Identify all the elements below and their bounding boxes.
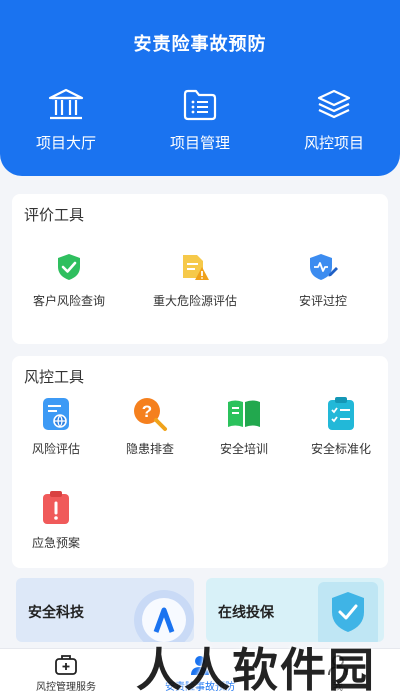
- folder-list-icon: [183, 89, 217, 121]
- tab-label: 风控管理服务: [36, 682, 96, 693]
- clipboard-alert-icon: [43, 491, 69, 524]
- shield-check-icon: [318, 582, 378, 642]
- tool-safety-eval-control[interactable]: 安评过控: [280, 252, 366, 309]
- tool-risk-assessment[interactable]: 风险评估: [20, 396, 92, 457]
- tool-safety-training[interactable]: 安全培训: [208, 396, 280, 457]
- tool-label: 安全培训: [219, 442, 268, 456]
- promo-safety-tech[interactable]: 安全科技: [16, 578, 194, 642]
- question-search-icon: ?: [134, 398, 167, 431]
- tool-safety-standardization[interactable]: 安全标准化: [302, 396, 380, 457]
- page-title: 安责险事故预防: [133, 34, 267, 54]
- layers-icon: [317, 89, 351, 119]
- shield-edit-icon: [310, 254, 338, 280]
- promo-label: 在线投保: [218, 604, 274, 620]
- promo-online-insurance[interactable]: 在线投保: [206, 578, 384, 642]
- medical-kit-icon: [55, 655, 77, 675]
- nav-label: 项目大厅: [35, 135, 96, 152]
- header: 安责险事故预防 项目大厅 项目管理 风控项目: [0, 0, 400, 176]
- clipboard-checklist-icon: [328, 397, 354, 430]
- nav-project-hall[interactable]: 项目大厅: [6, 88, 126, 158]
- svg-text:?: ?: [142, 402, 152, 421]
- nav-risk-projects[interactable]: 风控项目: [274, 88, 394, 158]
- nav-project-management[interactable]: 项目管理: [140, 88, 260, 158]
- shield-check-icon: [58, 254, 80, 280]
- section-title: 风控工具: [24, 369, 85, 386]
- tool-label: 风险评估: [31, 442, 80, 456]
- tool-label: 重大危险源评估: [152, 294, 237, 308]
- nav-label: 项目管理: [169, 135, 230, 152]
- risk-tools-card: 风控工具 风险评估 ? 隐患排查 安全培训 安全标准化 应急预案: [12, 356, 388, 568]
- header-nav: 项目大厅 项目管理 风控项目: [0, 88, 400, 158]
- building-icon: [48, 88, 84, 120]
- tool-label: 应急预案: [31, 536, 80, 550]
- tool-emergency-plan[interactable]: 应急预案: [20, 490, 92, 551]
- tool-major-hazard-assessment[interactable]: 重大危险源评估: [150, 252, 240, 309]
- tool-label: 安评过控: [298, 294, 347, 308]
- promo-label: 安全科技: [28, 604, 84, 620]
- watermark: 人人软件园: [136, 644, 376, 696]
- document-warning-icon: [183, 255, 209, 280]
- book-icon: [228, 400, 260, 427]
- tool-hazard-inspection[interactable]: ? 隐患排查: [114, 396, 186, 457]
- tool-customer-risk-query[interactable]: 客户风险查询: [26, 252, 112, 309]
- section-title: 评价工具: [24, 207, 85, 224]
- eval-tools-card: 评价工具 客户风险查询 重大危险源评估 安评过控: [12, 194, 388, 344]
- tool-label: 隐患排查: [125, 442, 174, 456]
- tool-label: 客户风险查询: [32, 294, 105, 308]
- nav-label: 风控项目: [303, 135, 364, 152]
- tool-label: 安全标准化: [310, 442, 371, 456]
- tab-risk-management-service[interactable]: 风控管理服务: [24, 649, 108, 700]
- document-globe-icon: [43, 398, 69, 430]
